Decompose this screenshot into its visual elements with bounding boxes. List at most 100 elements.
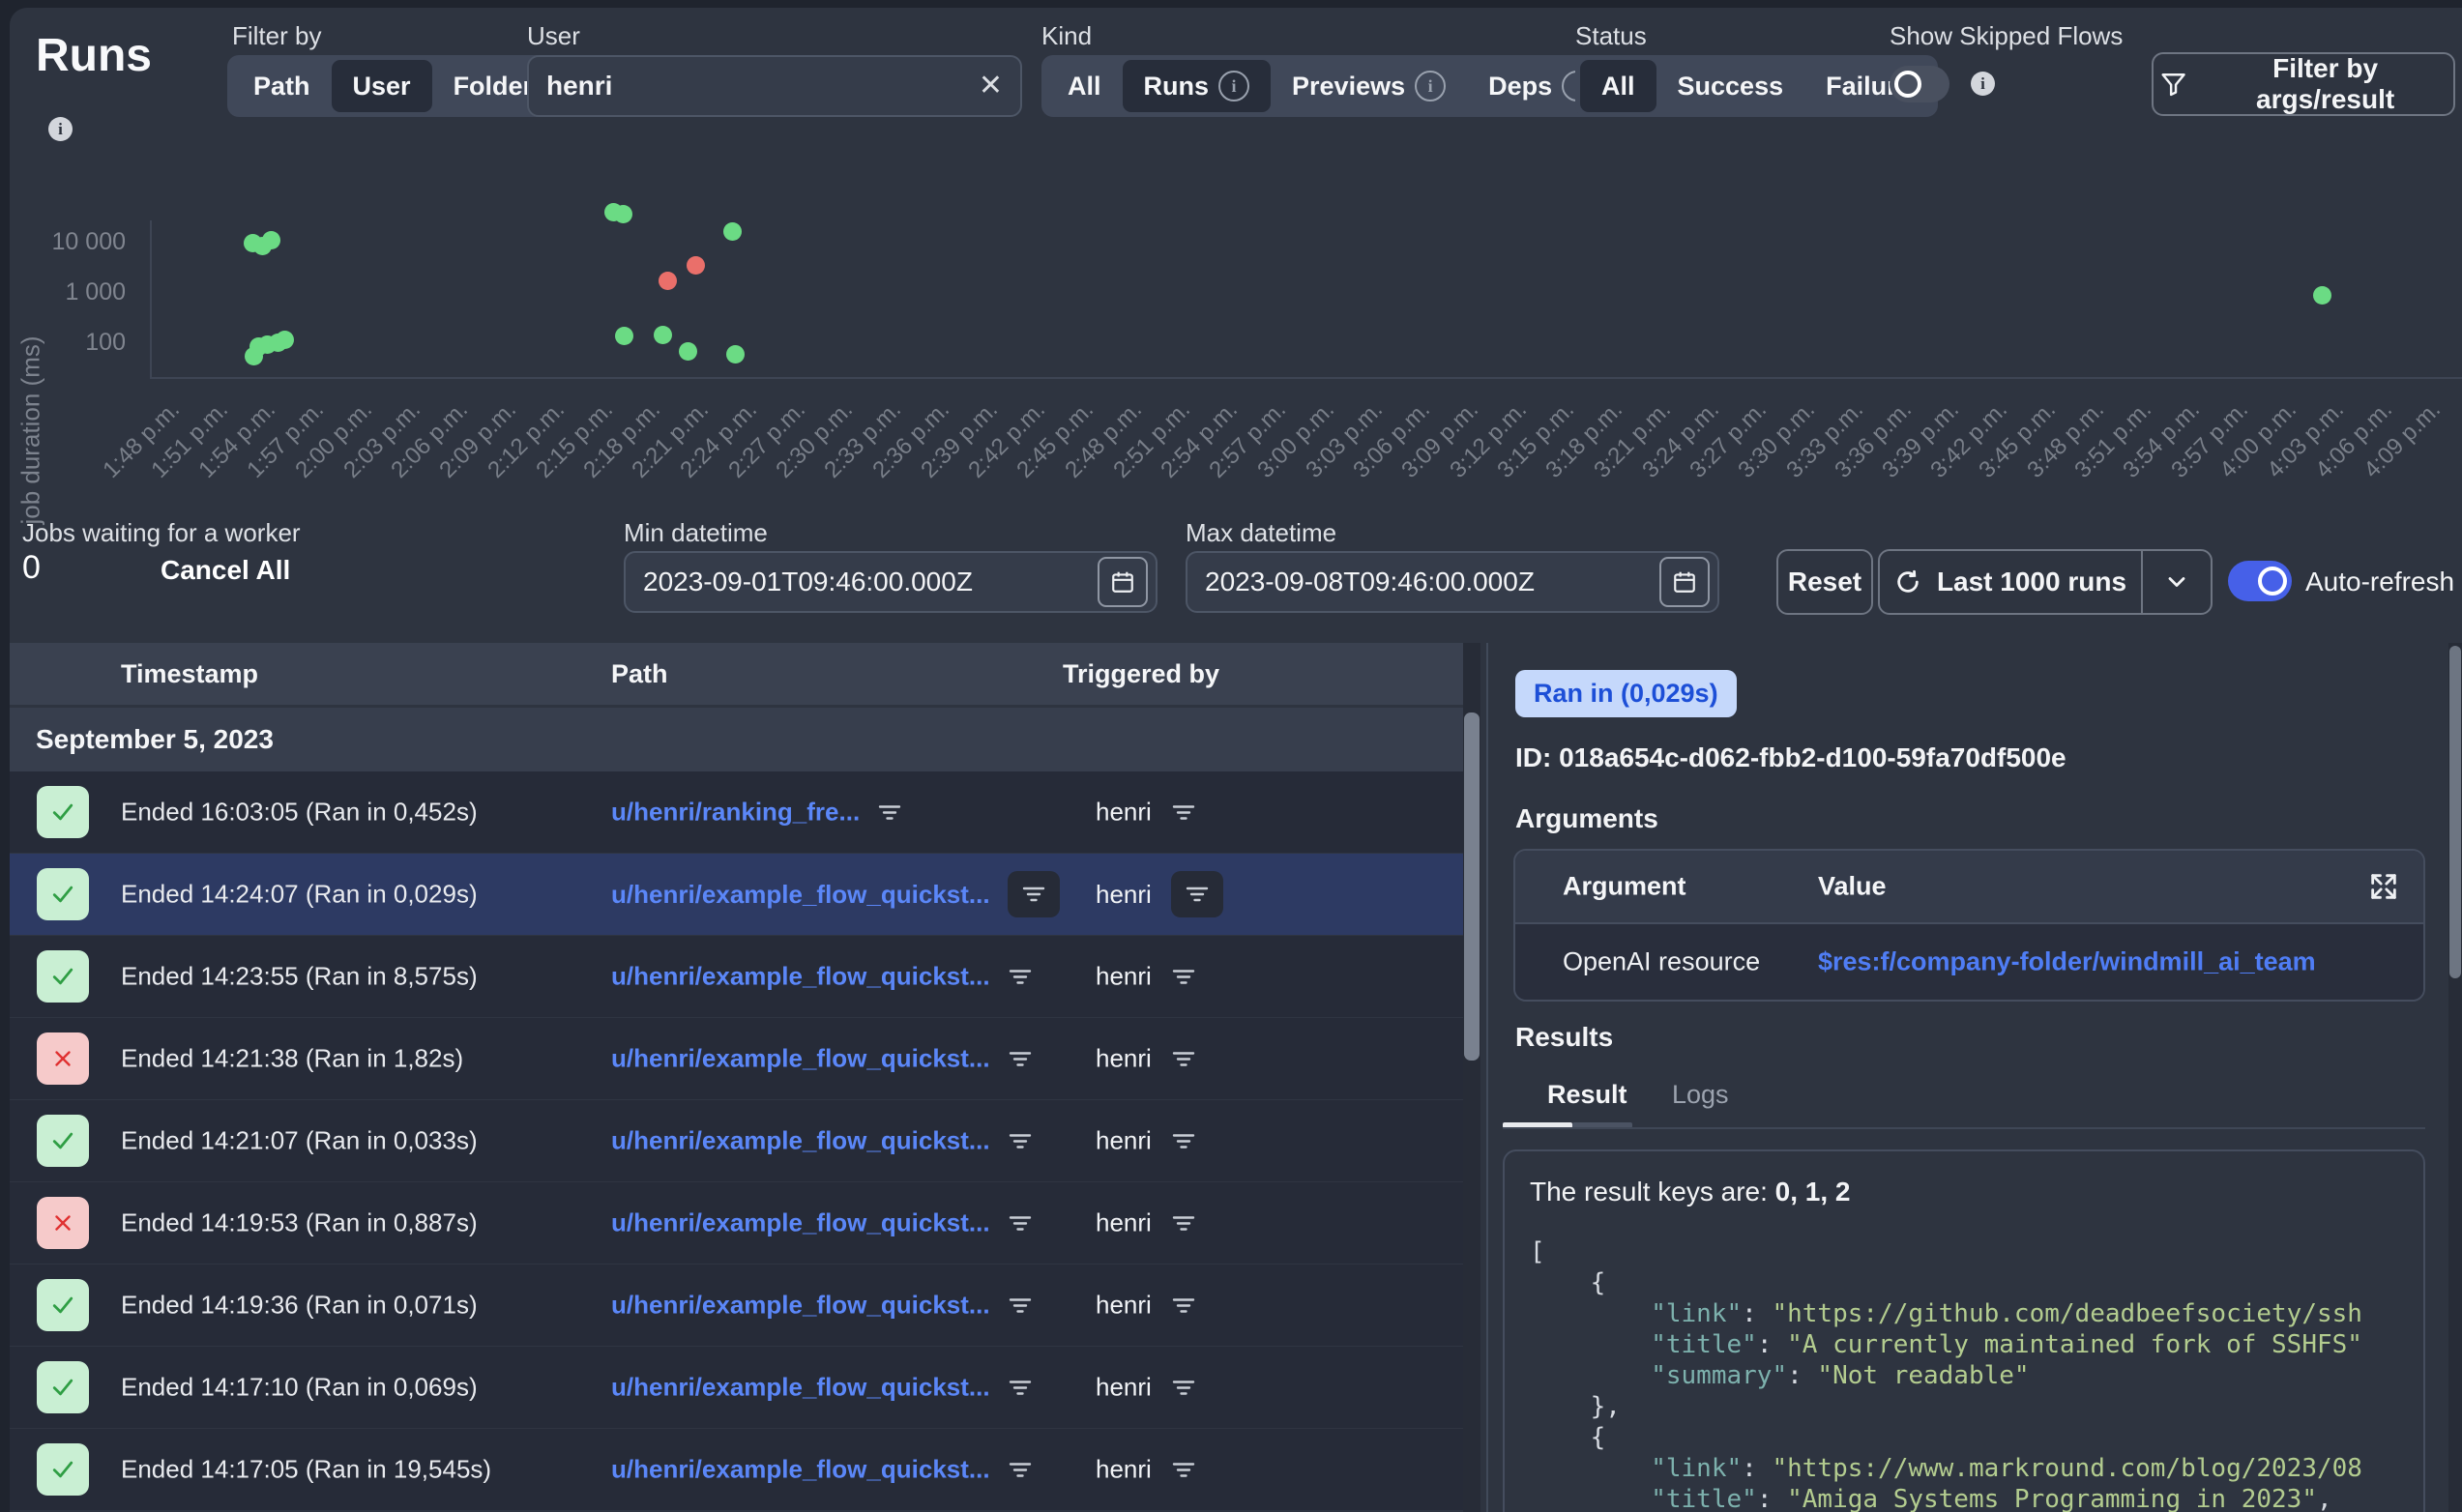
chart-point[interactable]	[687, 256, 705, 275]
filter-by-user-icon[interactable]	[1171, 1458, 1196, 1481]
run-path-link[interactable]: u/henri/example_flow_quickst...	[611, 1291, 990, 1321]
chart-point[interactable]	[614, 205, 632, 223]
chart-point[interactable]	[2313, 286, 2331, 305]
run-path-link[interactable]: u/henri/example_flow_quickst...	[611, 1373, 990, 1403]
run-success-icon	[37, 1279, 89, 1331]
run-triggered-by-cell: henri	[1096, 962, 1196, 992]
panel-scrollbar-thumb[interactable]	[2449, 646, 2461, 978]
table-scrollbar-thumb[interactable]	[1464, 712, 1480, 1061]
filter-by-path-icon[interactable]	[1008, 1211, 1033, 1235]
result-json-line: "title": "A currently maintained fork of…	[1530, 1329, 2423, 1360]
tab-result[interactable]: Result	[1547, 1080, 1627, 1110]
chart-point[interactable]	[276, 331, 294, 349]
run-timestamp: Ended 14:17:05 (Ran in 19,545s)	[121, 1455, 491, 1485]
cancel-all-button[interactable]: Cancel All	[161, 555, 290, 586]
max-datetime-input[interactable]: 2023-09-08T09:46:00.000Z	[1186, 551, 1719, 613]
filter-by-user-icon[interactable]	[1171, 800, 1196, 824]
show-skipped-toggle[interactable]	[1890, 66, 1949, 102]
filter-by-args-result-button[interactable]: Filter by args/result	[2152, 52, 2455, 116]
kind-runs-option[interactable]: Runsi	[1123, 60, 1272, 112]
table-row[interactable]: Ended 16:03:05 (Ran in 0,452s) u/henri/ra…	[10, 771, 1463, 854]
max-datetime-calendar-icon[interactable]	[1659, 557, 1710, 607]
filter-by-user-icon[interactable]	[1171, 1376, 1196, 1399]
controls-row: Jobs waiting for a worker 0 Cancel All M…	[10, 510, 2462, 651]
run-timestamp: Ended 16:03:05 (Ran in 0,452s)	[121, 798, 478, 828]
filter-by-segmented: Path User Folder	[227, 55, 559, 117]
kind-previews-option[interactable]: Previewsi	[1271, 60, 1467, 112]
panel-scrollbar[interactable]	[2448, 643, 2462, 1512]
chart-point[interactable]	[723, 222, 742, 241]
run-path-cell: u/henri/ranking_fre...	[611, 798, 902, 828]
status-success-option[interactable]: Success	[1656, 60, 1805, 112]
table-row[interactable]: Ended 14:23:55 (Ran in 8,575s)u/henri/ex…	[10, 936, 1463, 1018]
run-path-link[interactable]: u/henri/example_flow_quickst...	[611, 962, 990, 992]
filter-by-path-icon[interactable]	[1008, 1376, 1033, 1399]
run-path-cell: u/henri/example_flow_quickst...	[611, 1126, 1033, 1156]
run-triggered-by: henri	[1096, 1044, 1152, 1074]
filter-by-user-option[interactable]: User	[332, 60, 432, 112]
filter-by-user-icon[interactable]	[1171, 871, 1223, 917]
run-path-link[interactable]: u/henri/example_flow_quickst...	[611, 1044, 990, 1074]
filter-by-path-option[interactable]: Path	[232, 60, 332, 112]
refresh-last-runs-button[interactable]: Last 1000 runs	[1880, 567, 2141, 597]
filter-by-user-icon[interactable]	[1171, 1129, 1196, 1152]
table-row[interactable]: Ended 14:17:05 (Ran in 19,545s) u/henri/e…	[10, 1429, 1463, 1511]
filter-by-user-icon[interactable]	[1171, 1047, 1196, 1070]
clear-user-filter-icon[interactable]: ✕	[979, 72, 1003, 101]
filter-by-path-icon[interactable]	[1008, 1294, 1033, 1317]
table-row[interactable]: Ended 14:24:07 (Ran in 0,029s)u/henri/ex…	[10, 854, 1463, 936]
arguments-table-row: OpenAI resource $res:f/company-folder/wi…	[1515, 924, 2423, 1000]
run-timestamp: Ended 14:21:38 (Ran in 1,82s)	[121, 1044, 463, 1074]
chart-point[interactable]	[615, 327, 633, 345]
table-row[interactable]: Ended 14:19:36 (Ran in 0,071s)u/henri/ex…	[10, 1265, 1463, 1347]
run-success-icon	[37, 1443, 89, 1496]
chart-point[interactable]	[262, 231, 280, 249]
table-row[interactable]: Ended 14:21:07 (Ran in 0,033s)u/henri/ex…	[10, 1100, 1463, 1182]
filter-by-path-icon[interactable]	[877, 800, 902, 824]
previews-info-circle-icon[interactable]: i	[1415, 71, 1446, 102]
chart-point[interactable]	[726, 345, 745, 363]
filter-by-user-icon[interactable]	[1171, 1211, 1196, 1235]
min-datetime-calendar-icon[interactable]	[1098, 557, 1148, 607]
filter-by-path-icon[interactable]	[1008, 871, 1060, 917]
runs-info-circle-icon[interactable]: i	[1218, 71, 1249, 102]
chart-point[interactable]	[679, 342, 697, 361]
filter-by-user-icon[interactable]	[1171, 1294, 1196, 1317]
run-triggered-by-cell: henri	[1096, 798, 1196, 828]
status-all-option[interactable]: All	[1580, 60, 1656, 112]
chart-x-axis-line	[150, 377, 2462, 379]
tab-logs[interactable]: Logs	[1672, 1080, 1729, 1110]
filter-by-path-icon[interactable]	[1008, 965, 1033, 988]
run-path-link[interactable]: u/henri/example_flow_quickst...	[611, 1208, 990, 1238]
max-datetime-label: Max datetime	[1186, 518, 1336, 548]
table-scrollbar[interactable]	[1463, 643, 1480, 1512]
run-path-link[interactable]: u/henri/ranking_fre...	[611, 798, 860, 828]
col-path[interactable]: Path	[611, 643, 668, 705]
user-filter-input[interactable]: henri ✕	[527, 55, 1022, 117]
auto-refresh-toggle[interactable]	[2228, 561, 2292, 601]
show-skipped-info-icon[interactable]: i	[1971, 72, 1995, 96]
chart-point[interactable]	[654, 326, 672, 344]
table-row[interactable]: Ended 14:19:53 (Ran in 0,887s)u/henri/ex…	[10, 1182, 1463, 1265]
filter-by-user-icon[interactable]	[1171, 965, 1196, 988]
filter-by-path-icon[interactable]	[1008, 1129, 1033, 1152]
table-row[interactable]: Ended 14:17:10 (Ran in 0,069s)u/henri/ex…	[10, 1347, 1463, 1429]
argument-value-link[interactable]: $res:f/company-folder/windmill_ai_team	[1818, 947, 2316, 977]
filter-by-path-icon[interactable]	[1008, 1458, 1033, 1481]
page-title: Runs	[36, 29, 152, 82]
result-json-line: "title": "Amiga Systems Programming in 2…	[1530, 1484, 2423, 1512]
kind-all-option[interactable]: All	[1046, 60, 1123, 112]
expand-icon[interactable]	[2367, 870, 2400, 903]
last-runs-dropdown-button[interactable]	[2143, 568, 2211, 596]
reset-button[interactable]: Reset	[1776, 549, 1873, 615]
chart-point[interactable]	[659, 272, 677, 290]
col-timestamp[interactable]: Timestamp	[121, 643, 258, 705]
min-datetime-input[interactable]: 2023-09-01T09:46:00.000Z	[624, 551, 1158, 613]
job-duration-chart: job duration (ms) 10 000 1 000 100 1:48 …	[10, 126, 2462, 532]
col-triggered-by[interactable]: Triggered by	[1063, 643, 1219, 705]
run-path-link[interactable]: u/henri/example_flow_quickst...	[611, 1455, 990, 1485]
run-path-link[interactable]: u/henri/example_flow_quickst...	[611, 880, 990, 910]
run-path-link[interactable]: u/henri/example_flow_quickst...	[611, 1126, 990, 1156]
table-row[interactable]: Ended 14:21:38 (Ran in 1,82s) u/henri/exa…	[10, 1018, 1463, 1100]
filter-by-path-icon[interactable]	[1008, 1047, 1033, 1070]
